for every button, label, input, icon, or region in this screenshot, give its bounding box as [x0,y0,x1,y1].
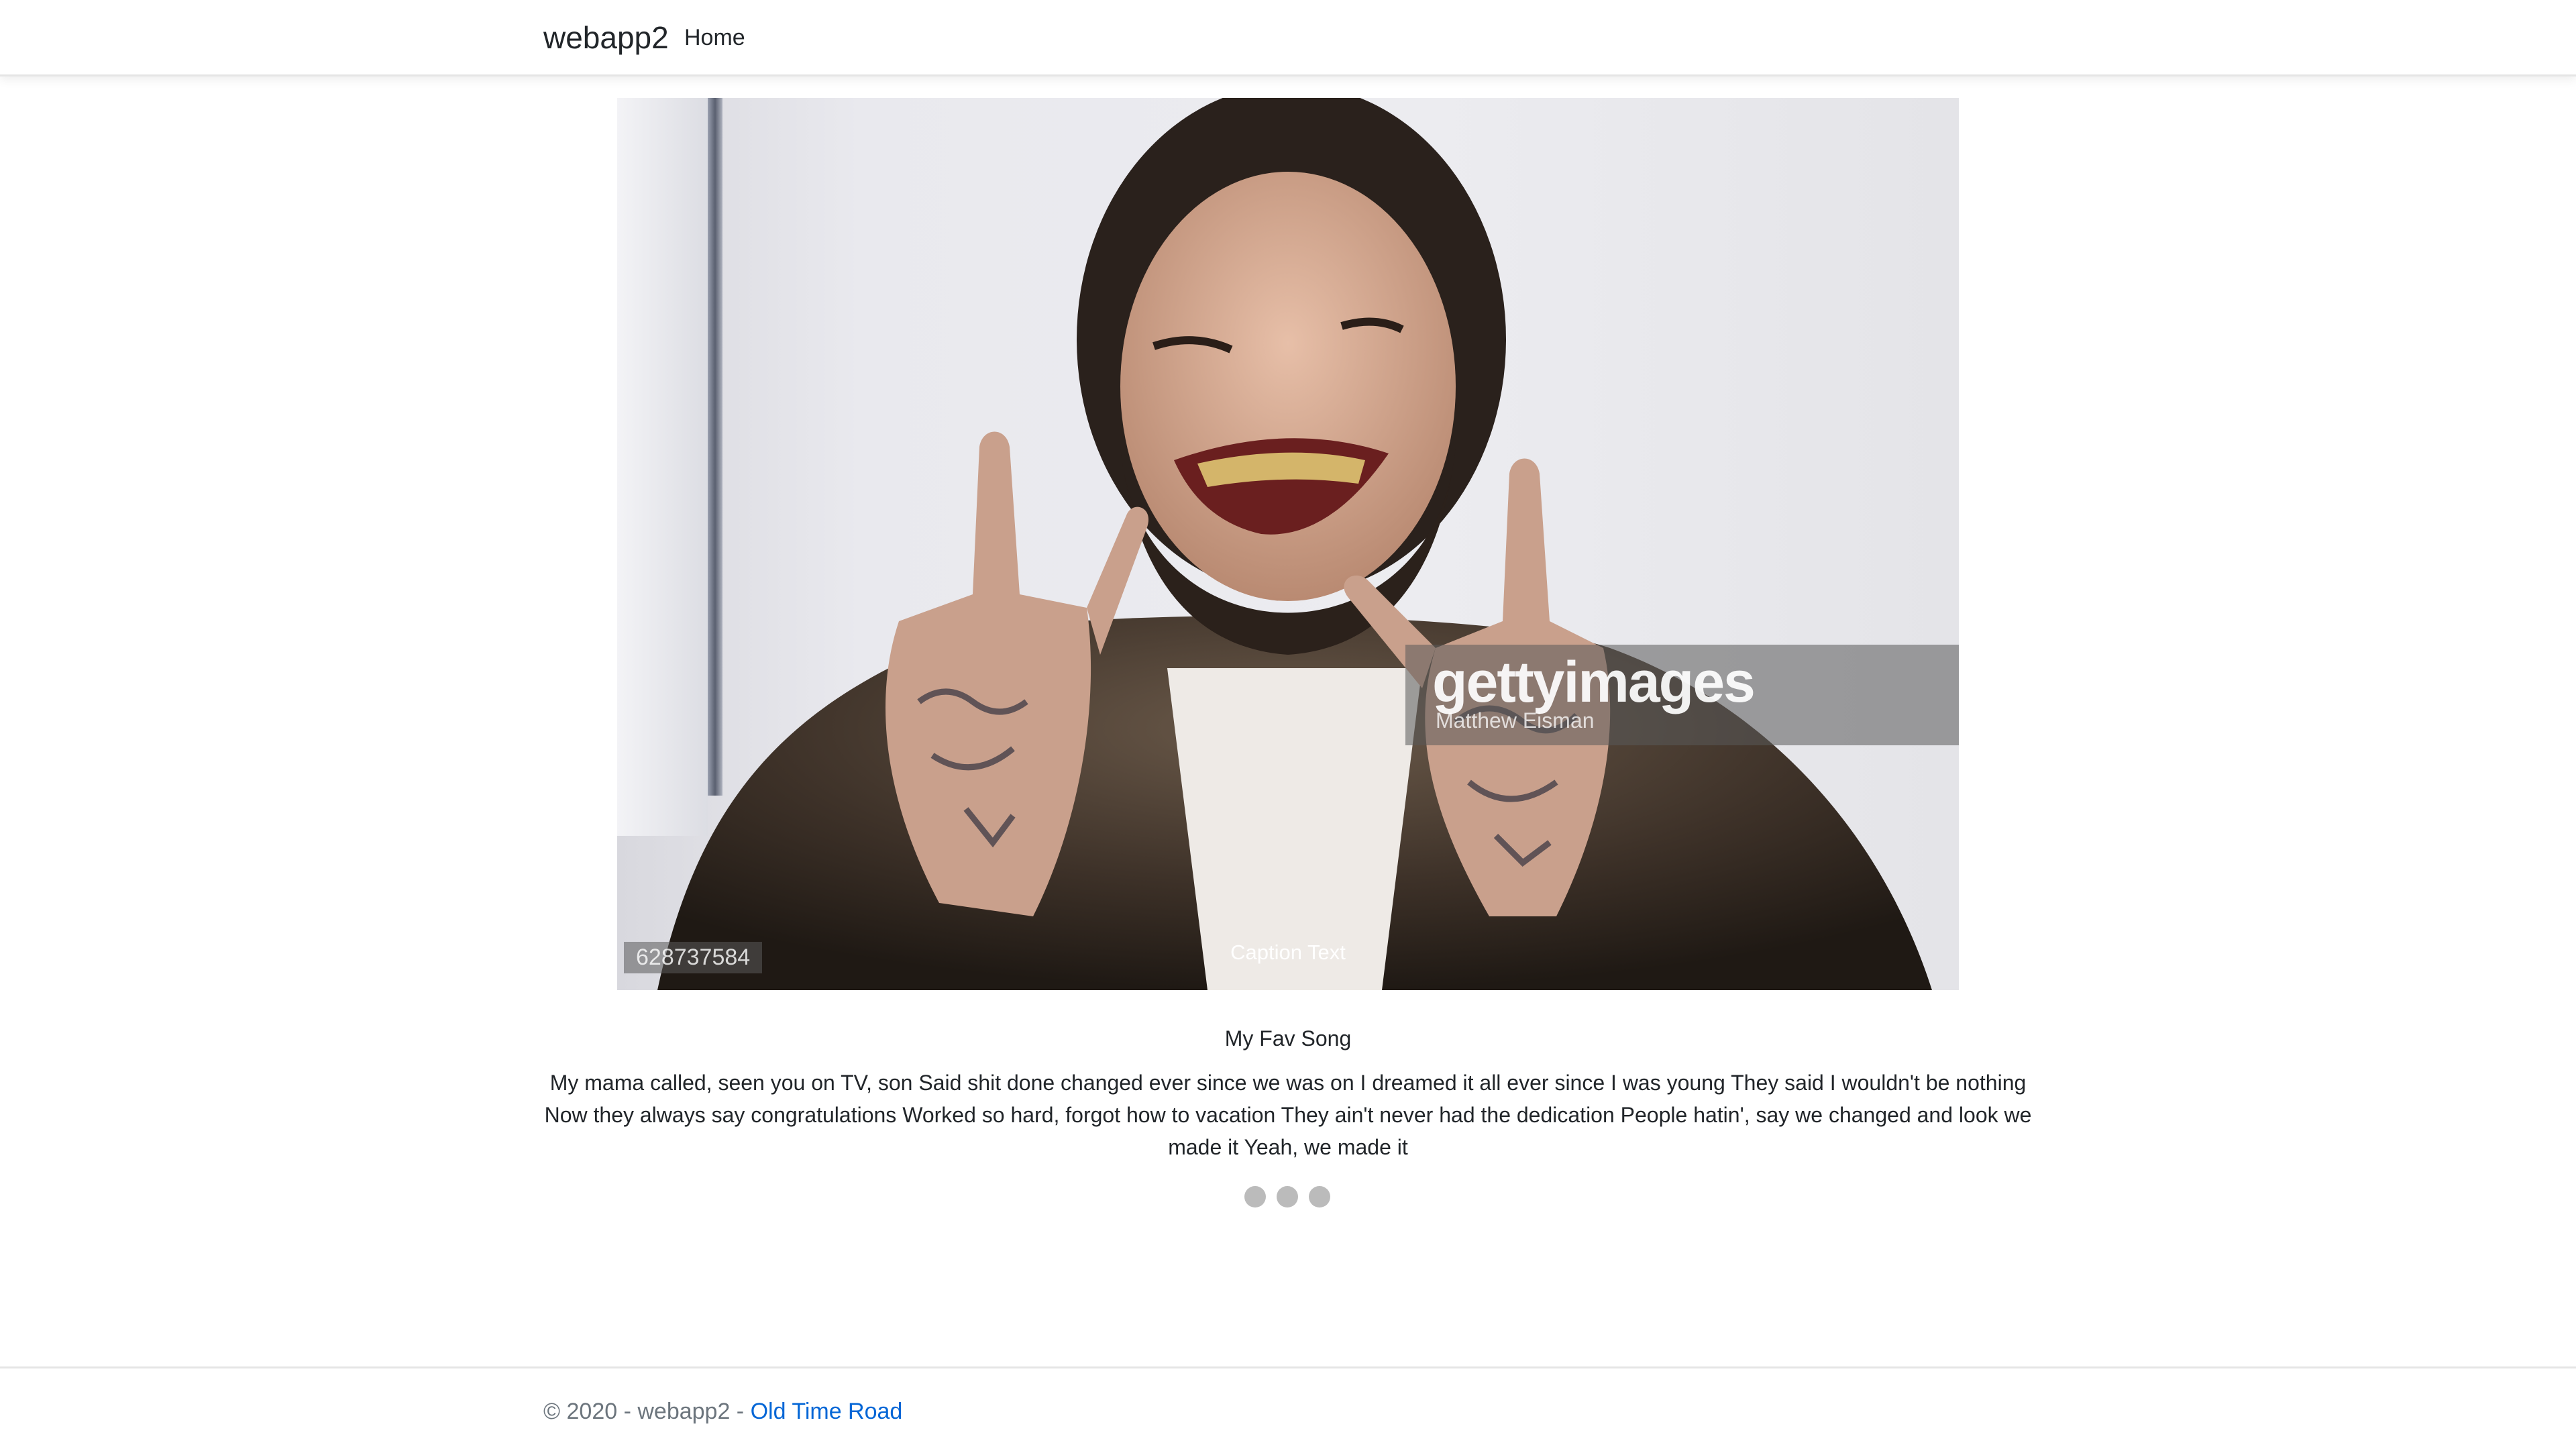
nav-link-home[interactable]: Home [684,23,745,52]
watermark-logo: gettyimages [1432,650,1756,714]
top-navbar: webapp2 Home [0,0,2576,76]
slide-indicators [1244,1186,1332,1209]
slide-dot-2[interactable] [1277,1186,1298,1207]
slide-caption: Caption Text [1230,941,1346,964]
person-photo [657,98,1932,990]
slide-dot-1[interactable] [1244,1186,1266,1207]
footer-text: © 2020 - webapp2 - Old Time Road [543,1397,902,1426]
copyright-text: © 2020 - webapp2 - [543,1399,751,1424]
page-footer: © 2020 - webapp2 - Old Time Road [0,1366,2576,1451]
slide-image: gettyimages Matthew Eisman 628737584 [617,98,1959,990]
image-slideshow: gettyimages Matthew Eisman 628737584 Cap… [617,98,1959,990]
song-lyrics: My mama called, seen you on TV, son Said… [544,1071,2032,1159]
song-title: My Fav Song [1224,1026,1352,1051]
watermark-credit: Matthew Eisman [1436,708,1595,733]
brand-link[interactable]: webapp2 [543,19,669,56]
slide-dot-3[interactable] [1309,1186,1330,1207]
footer-link[interactable]: Old Time Road [751,1399,903,1424]
